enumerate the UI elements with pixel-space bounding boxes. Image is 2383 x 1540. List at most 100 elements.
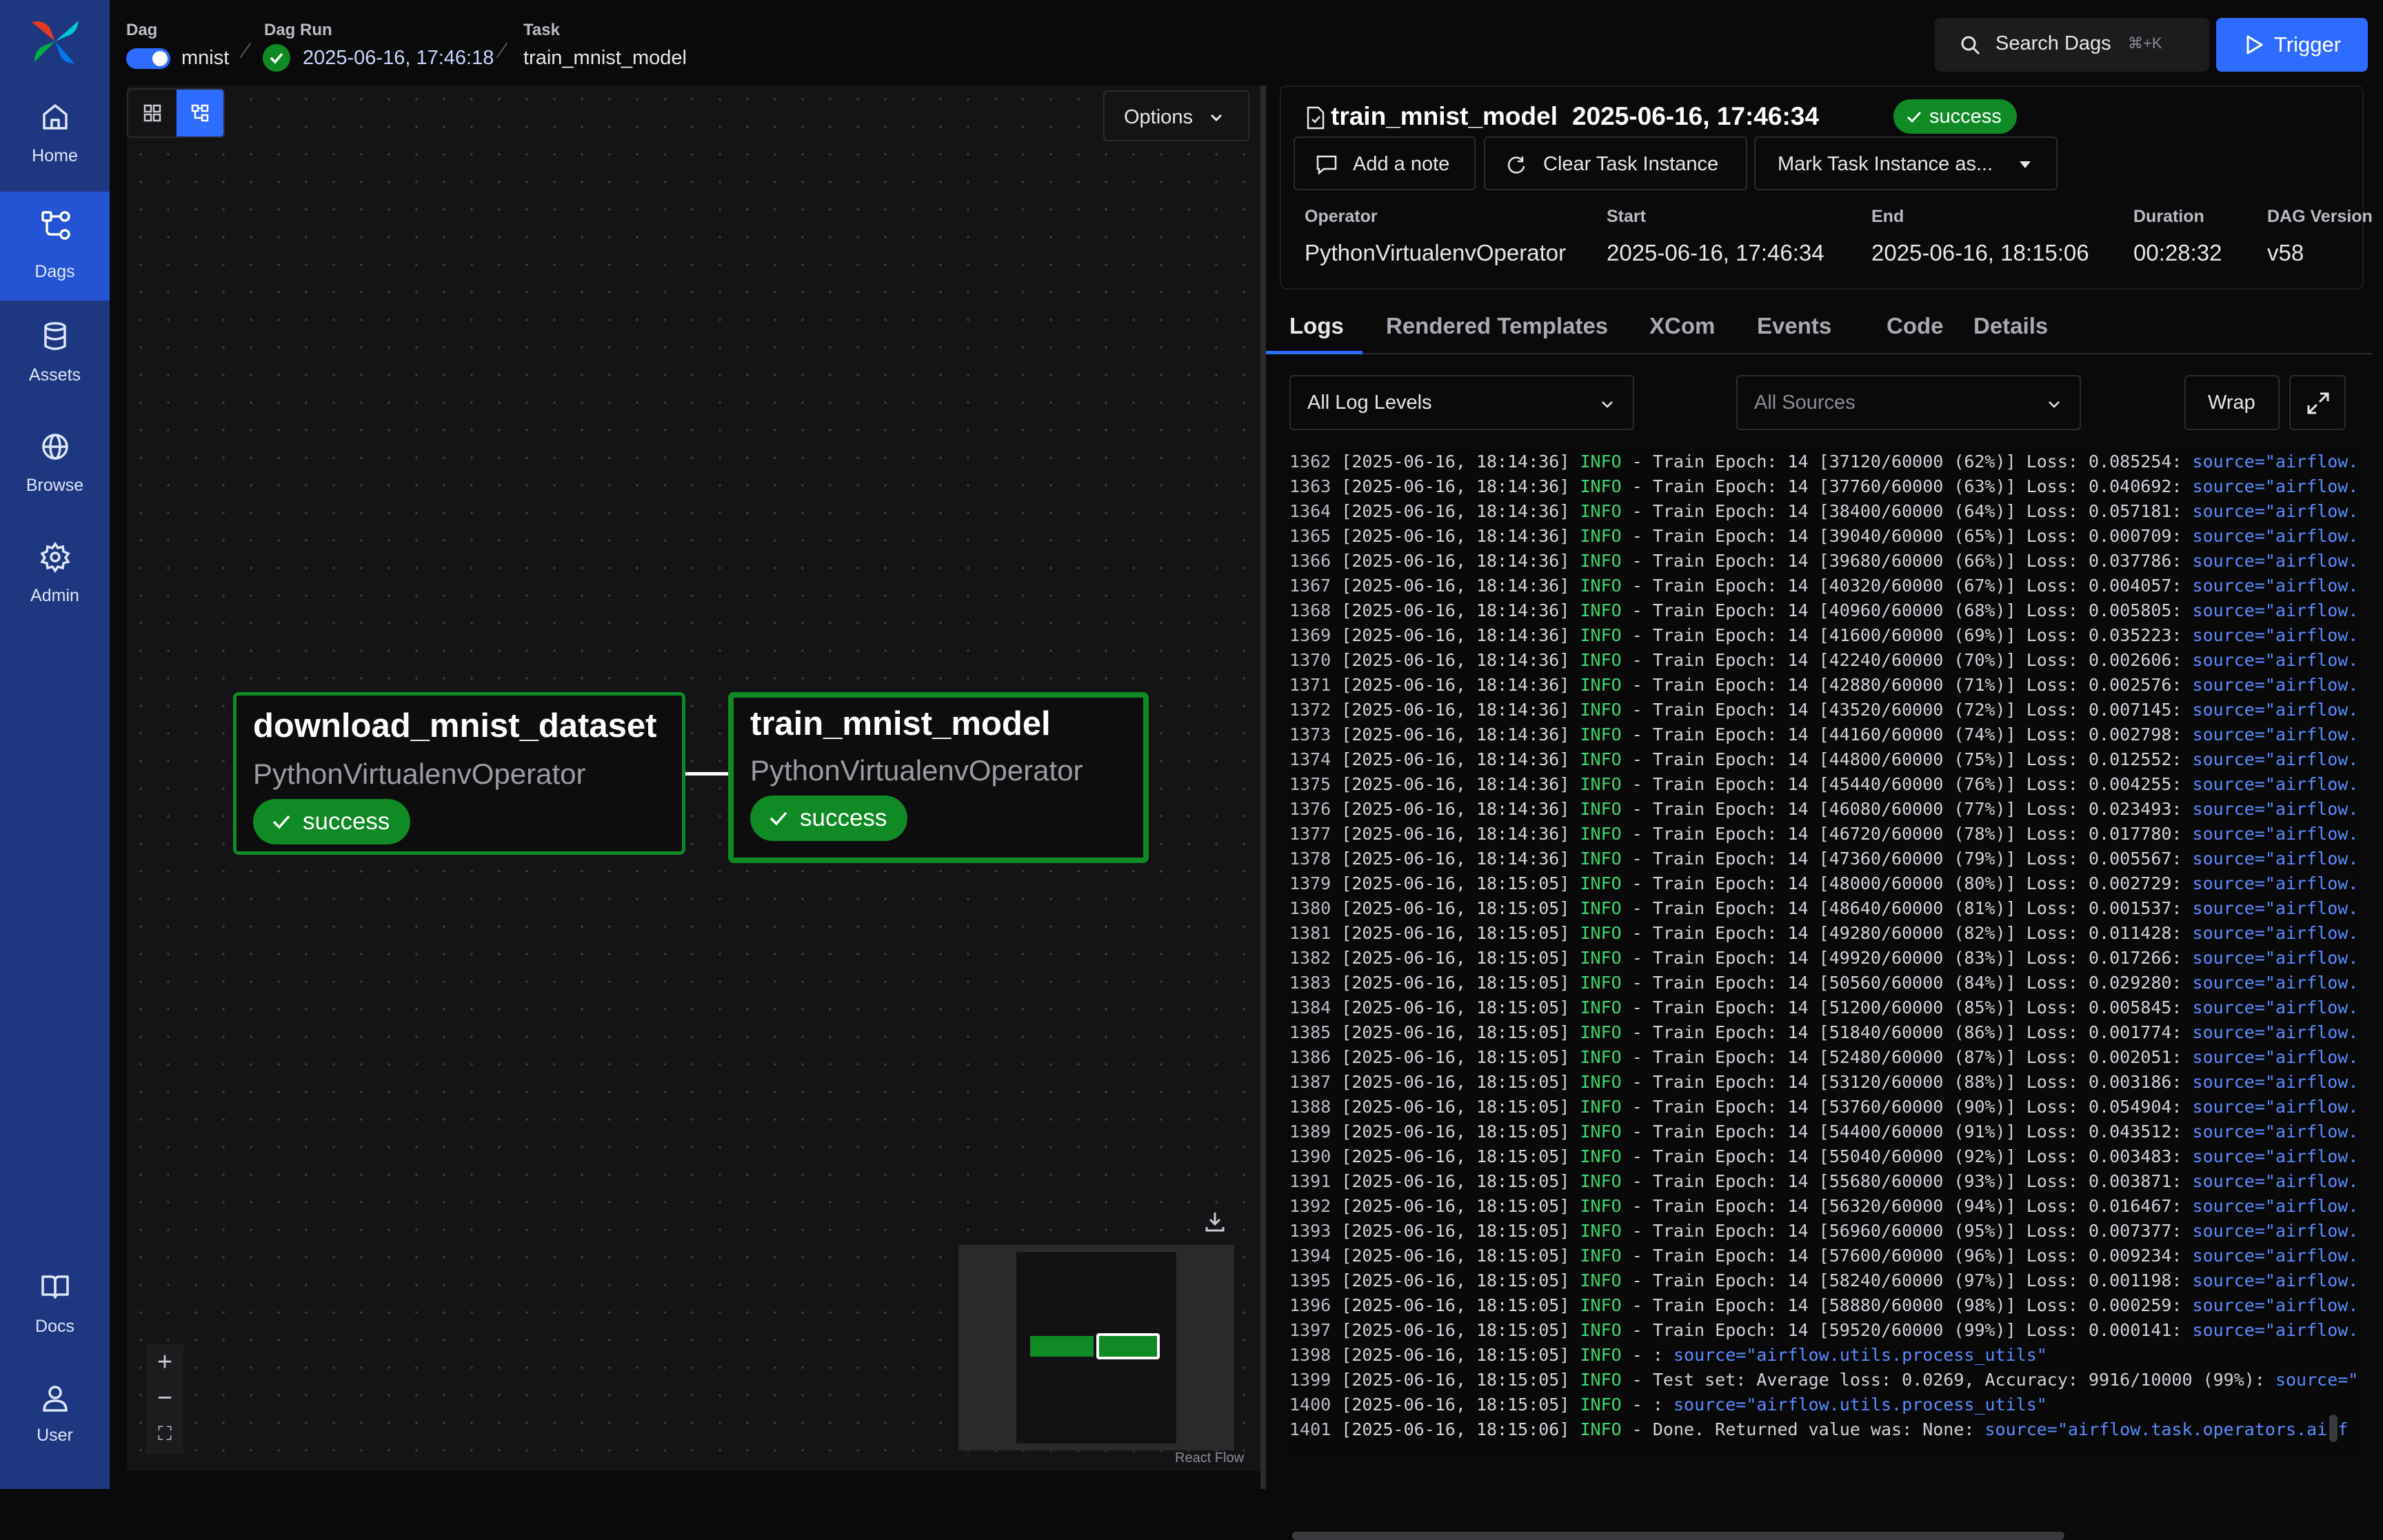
log-timestamp: [2025-06-16, 18:15:05] [1341, 1072, 1570, 1092]
log-level-select[interactable]: All Log Levels [1289, 375, 1634, 430]
log-source-link[interactable]: source="airflow. [2193, 749, 2359, 769]
log-source-link[interactable]: source="airflow. [2193, 849, 2359, 869]
log-message: - Train Epoch: 14 [42240/60000 (70%)] Lo… [1621, 650, 2193, 670]
breadcrumb-dag-link[interactable]: mnist [181, 47, 229, 70]
log-source-link[interactable]: source="airflow. [2193, 1146, 2359, 1166]
breadcrumb-run-link[interactable]: 2025-06-16, 17:46:18 [303, 47, 494, 70]
tab-events[interactable]: Events [1757, 313, 1831, 339]
log-source-link[interactable]: source="airflow. [2193, 725, 2359, 744]
log-message: - Train Epoch: 14 [55040/60000 (92%)] Lo… [1621, 1146, 2193, 1166]
sidebar-item-docs[interactable]: Docs [0, 1257, 110, 1366]
log-timestamp: [2025-06-16, 18:14:36] [1341, 650, 1570, 670]
log-message: - Train Epoch: 14 [56960/60000 (95%)] Lo… [1621, 1221, 2193, 1241]
log-source-link[interactable]: source="airflow. [2193, 1320, 2359, 1340]
log-source-link[interactable]: source="airflow.utils.process_utils" [1673, 1395, 2047, 1415]
trigger-button[interactable]: Trigger [2216, 18, 2368, 72]
panel-resize-handle[interactable] [1260, 85, 1266, 1489]
dag-pause-toggle[interactable] [126, 48, 170, 69]
fit-view-icon[interactable]: ⛶ [146, 1416, 183, 1452]
task-node-download[interactable]: download_mnist_dataset PythonVirtualenvO… [233, 692, 685, 855]
graph-view-button[interactable] [177, 90, 223, 136]
tab-code[interactable]: Code [1887, 313, 1944, 339]
chevron-down-icon [2049, 401, 2060, 408]
log-source-select[interactable]: All Sources [1736, 375, 2081, 430]
tab-details[interactable]: Details [1973, 313, 2048, 339]
sidebar-item-home[interactable]: Home [0, 85, 110, 194]
log-source-link[interactable]: source="airflow. [2193, 948, 2359, 968]
log-level: INFO [1580, 1122, 1622, 1142]
zoom-in-icon[interactable]: + [146, 1344, 183, 1380]
log-level: INFO [1580, 1022, 1622, 1042]
log-source-link[interactable]: source="airflow. [2193, 675, 2359, 695]
minimap[interactable] [958, 1245, 1234, 1450]
log-source-link[interactable]: source="airflow. [2193, 1171, 2359, 1191]
log-source-link[interactable]: source="airflow. [2193, 997, 2359, 1017]
log-horizontal-scrollbar[interactable] [1292, 1532, 2064, 1540]
log-message: - Train Epoch: 14 [57600/60000 (96%)] Lo… [1621, 1246, 2193, 1266]
log-source-link[interactable]: source="airflow. [2193, 898, 2359, 918]
log-source-link[interactable]: source="airflow. [2193, 1072, 2359, 1092]
add-note-button[interactable]: Add a note [1294, 136, 1476, 190]
log-source-link[interactable]: source="airflow. [2193, 923, 2359, 943]
fullscreen-button[interactable] [2289, 375, 2346, 430]
zoom-out-icon[interactable]: − [146, 1380, 183, 1416]
log-message: - Train Epoch: 14 [39040/60000 (65%)] Lo… [1621, 526, 2193, 546]
log-source-link[interactable]: source="airflow. [2193, 1022, 2359, 1042]
trigger-label: Trigger [2274, 32, 2342, 57]
log-source-link[interactable]: source="airflow. [2193, 973, 2359, 993]
log-source-link[interactable]: source="airflow. [2193, 873, 2359, 893]
sidebar-item-dags[interactable]: Dags [0, 192, 110, 301]
log-source-link[interactable]: source=" [2275, 1370, 2358, 1390]
graph-canvas[interactable]: Options download_mnist_dataset PythonVir… [127, 85, 1260, 1471]
grid-view-button[interactable] [128, 90, 177, 136]
log-source-link[interactable]: source="airflow. [2193, 799, 2359, 819]
log-source-link[interactable]: source="airflow. [2193, 476, 2359, 496]
log-source-link[interactable]: source="airflow. [2193, 1047, 2359, 1067]
search-dags-button[interactable]: Search Dags ⌘+K [1935, 18, 2209, 72]
search-icon [1961, 36, 1980, 55]
log-source-link[interactable]: source="airflow. [2193, 774, 2359, 794]
react-flow-attribution[interactable]: React Flow [1175, 1450, 1244, 1466]
sidebar-item-admin[interactable]: Admin [0, 528, 110, 637]
sidebar-item-assets[interactable]: Assets [0, 307, 110, 416]
log-source-link[interactable]: source="airflow.utils.process_utils" [1673, 1345, 2047, 1365]
log-timestamp: [2025-06-16, 18:15:05] [1341, 1345, 1570, 1365]
log-viewer[interactable]: 1362 [2025-06-16, 18:14:36] INFO - Train… [1289, 449, 2360, 1461]
log-source-link[interactable]: source="airflow. [2193, 1097, 2359, 1117]
log-source-link[interactable]: source="airflow. [2193, 1270, 2359, 1290]
log-source-link[interactable]: source="airflow. [2193, 824, 2359, 844]
log-source-link[interactable]: source="airflow. [2193, 501, 2359, 521]
download-icon[interactable] [1203, 1209, 1227, 1234]
file-check-icon [1307, 106, 1325, 130]
log-source-link[interactable]: source="airflow. [2193, 700, 2359, 720]
log-source-link[interactable]: source="airflow. [2193, 1295, 2359, 1315]
log-source-link[interactable]: source="airflow. [2193, 576, 2359, 596]
log-source-link[interactable]: source="airflow. [2193, 452, 2359, 472]
tab-xcom[interactable]: XCom [1649, 313, 1715, 339]
log-source-link[interactable]: source="airflow. [2193, 1196, 2359, 1216]
log-message: - Train Epoch: 14 [47360/60000 (79%)] Lo… [1621, 849, 2193, 869]
breadcrumb-task-title: Task [523, 21, 560, 39]
log-source-link[interactable]: source="airflow. [2193, 551, 2359, 571]
log-source-link[interactable]: source="airflow. [2193, 526, 2359, 546]
wrap-button[interactable]: Wrap [2184, 375, 2280, 430]
sidebar-item-browse[interactable]: Browse [0, 418, 110, 527]
log-source-link[interactable]: source="airflow.task.operators.airf [1985, 1419, 2349, 1439]
task-node-train[interactable]: train_mnist_model PythonVirtualenvOperat… [728, 692, 1149, 863]
breadcrumb-task-link[interactable]: train_mnist_model [523, 47, 687, 70]
log-source-link[interactable]: source="airflow. [2193, 1221, 2359, 1241]
tab-rendered-templates[interactable]: Rendered Templates [1386, 313, 1608, 339]
airflow-logo-icon[interactable] [29, 15, 81, 68]
mark-task-instance-dropdown[interactable]: Mark Task Instance as... [1754, 136, 2058, 190]
chevron-down-icon [1210, 114, 1223, 122]
log-source-link[interactable]: source="airflow. [2193, 1122, 2359, 1142]
options-dropdown[interactable]: Options [1103, 90, 1249, 141]
log-source-link[interactable]: source="airflow. [2193, 600, 2359, 620]
tab-logs[interactable]: Logs [1289, 313, 1344, 339]
log-vertical-scrollbar[interactable] [2329, 1415, 2337, 1442]
log-source-link[interactable]: source="airflow. [2193, 625, 2359, 645]
sidebar-item-user[interactable]: User [0, 1368, 110, 1477]
log-source-link[interactable]: source="airflow. [2193, 650, 2359, 670]
log-source-link[interactable]: source="airflow. [2193, 1246, 2359, 1266]
clear-task-instance-button[interactable]: Clear Task Instance [1484, 136, 1747, 190]
